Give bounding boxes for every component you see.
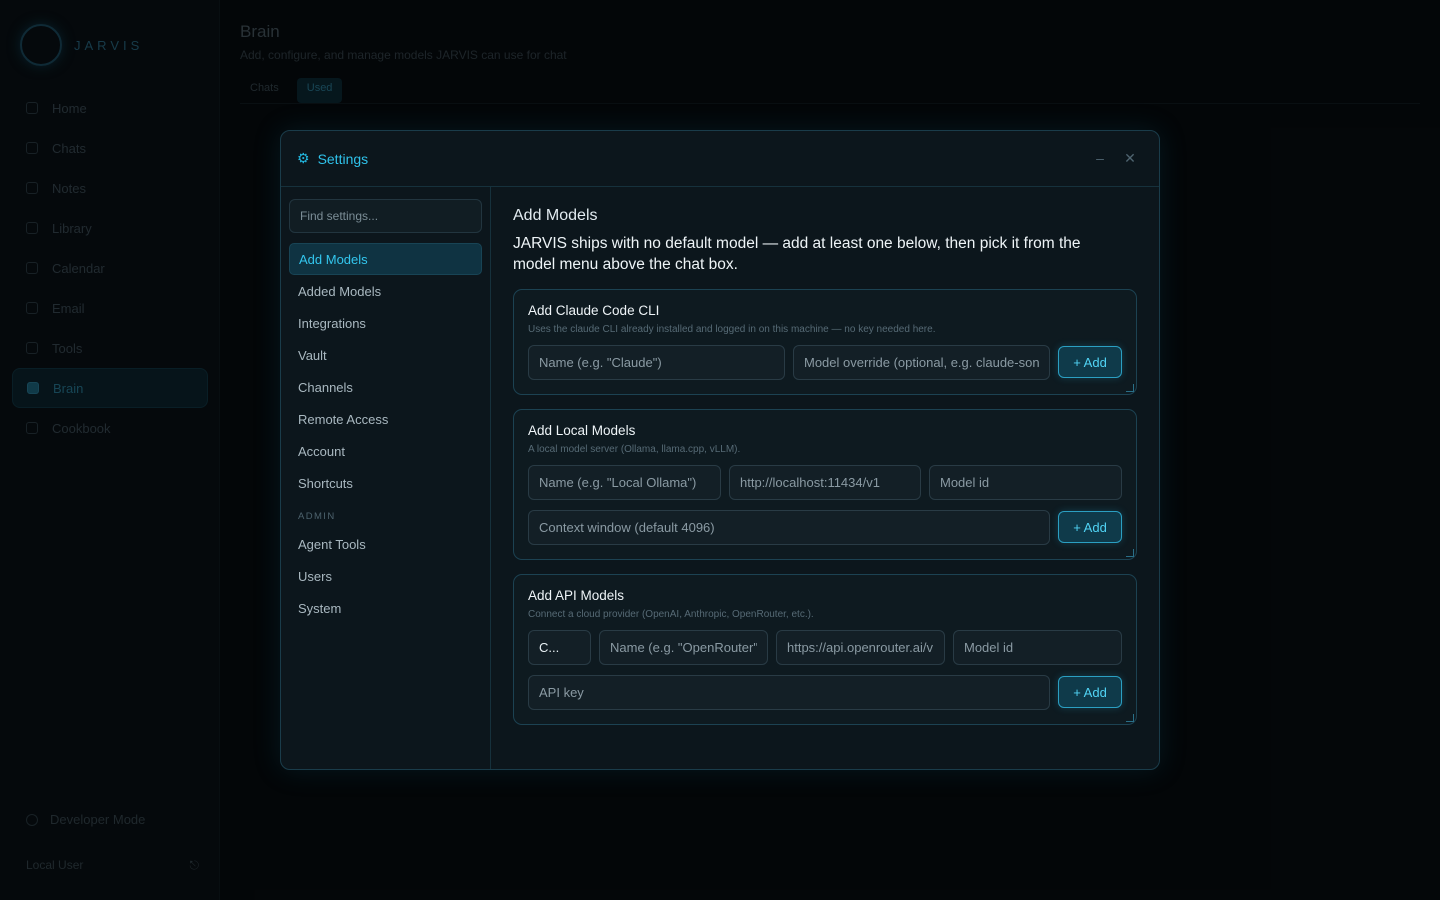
card-subtitle: Uses the claude CLI already installed an… [528, 324, 936, 335]
settings-nav-account[interactable]: Account [289, 435, 482, 467]
card-title: Add Claude Code CLI [528, 303, 660, 318]
settings-modal: ⚙ Settings – ✕ Add Models Added Models I… [280, 130, 1160, 770]
api-name-input[interactable] [599, 630, 768, 665]
section-title: Add Models [513, 207, 598, 224]
local-add-button[interactable]: + Add [1058, 511, 1122, 543]
api-key-input[interactable] [528, 675, 1050, 710]
api-models-card: Add API Models Connect a cloud provider … [513, 574, 1137, 725]
settings-title: Settings [317, 150, 369, 167]
section-description: JARVIS ships with no default model — add… [513, 235, 1081, 273]
settings-nav-channels[interactable]: Channels [289, 371, 482, 403]
claude-add-button[interactable]: + Add [1058, 346, 1122, 378]
claude-name-input[interactable] [528, 345, 785, 380]
admin-section-label: ADMIN [298, 511, 336, 522]
api-url-input[interactable] [776, 630, 945, 665]
settings-nav-remote-access[interactable]: Remote Access [289, 403, 482, 435]
close-icon[interactable]: ✕ [1123, 149, 1137, 167]
settings-nav: Add Models Added Models Integrations Vau… [289, 243, 482, 624]
settings-header: ⚙ Settings – ✕ [281, 131, 1159, 187]
claude-model-override-input[interactable] [793, 345, 1050, 380]
settings-nav-add-models[interactable]: Add Models [289, 243, 482, 275]
local-name-input[interactable] [528, 465, 721, 500]
api-model-id-input[interactable] [953, 630, 1122, 665]
settings-nav-shortcuts[interactable]: Shortcuts [289, 467, 482, 499]
api-add-button[interactable]: + Add [1058, 676, 1122, 708]
local-context-window-input[interactable] [528, 510, 1050, 545]
claude-cli-card: Add Claude Code CLI Uses the claude CLI … [513, 289, 1137, 395]
settings-nav-users[interactable]: Users [289, 560, 482, 592]
claude-form-row: + Add [528, 345, 1122, 380]
card-subtitle: Connect a cloud provider (OpenAI, Anthro… [528, 609, 814, 620]
settings-nav-agent-tools[interactable]: Agent Tools [289, 528, 482, 560]
local-url-input[interactable] [729, 465, 921, 500]
api-provider-select[interactable]: C... [528, 630, 591, 665]
api-form-row-1: C... [528, 630, 1122, 665]
local-form-row-2: + Add [528, 510, 1122, 545]
local-models-card: Add Local Models A local model server (O… [513, 409, 1137, 560]
settings-search-input[interactable] [289, 199, 482, 233]
minimize-icon[interactable]: – [1093, 149, 1107, 167]
local-form-row-1 [528, 465, 1122, 500]
window-controls: – ✕ [1093, 149, 1137, 167]
gear-icon: ⚙ [297, 150, 310, 166]
card-subtitle: A local model server (Ollama, llama.cpp,… [528, 444, 741, 455]
local-model-id-input[interactable] [929, 465, 1122, 500]
settings-nav-system[interactable]: System [289, 592, 482, 624]
settings-sidebar: Add Models Added Models Integrations Vau… [281, 187, 491, 769]
api-form-row-2: + Add [528, 675, 1122, 710]
card-title: Add API Models [528, 588, 625, 603]
settings-nav-added-models[interactable]: Added Models [289, 275, 482, 307]
add-models-panel: Add Models JARVIS ships with no default … [491, 187, 1159, 769]
card-title: Add Local Models [528, 423, 636, 438]
settings-nav-vault[interactable]: Vault [289, 339, 482, 371]
settings-nav-integrations[interactable]: Integrations [289, 307, 482, 339]
settings-body: Add Models Added Models Integrations Vau… [281, 187, 1159, 769]
